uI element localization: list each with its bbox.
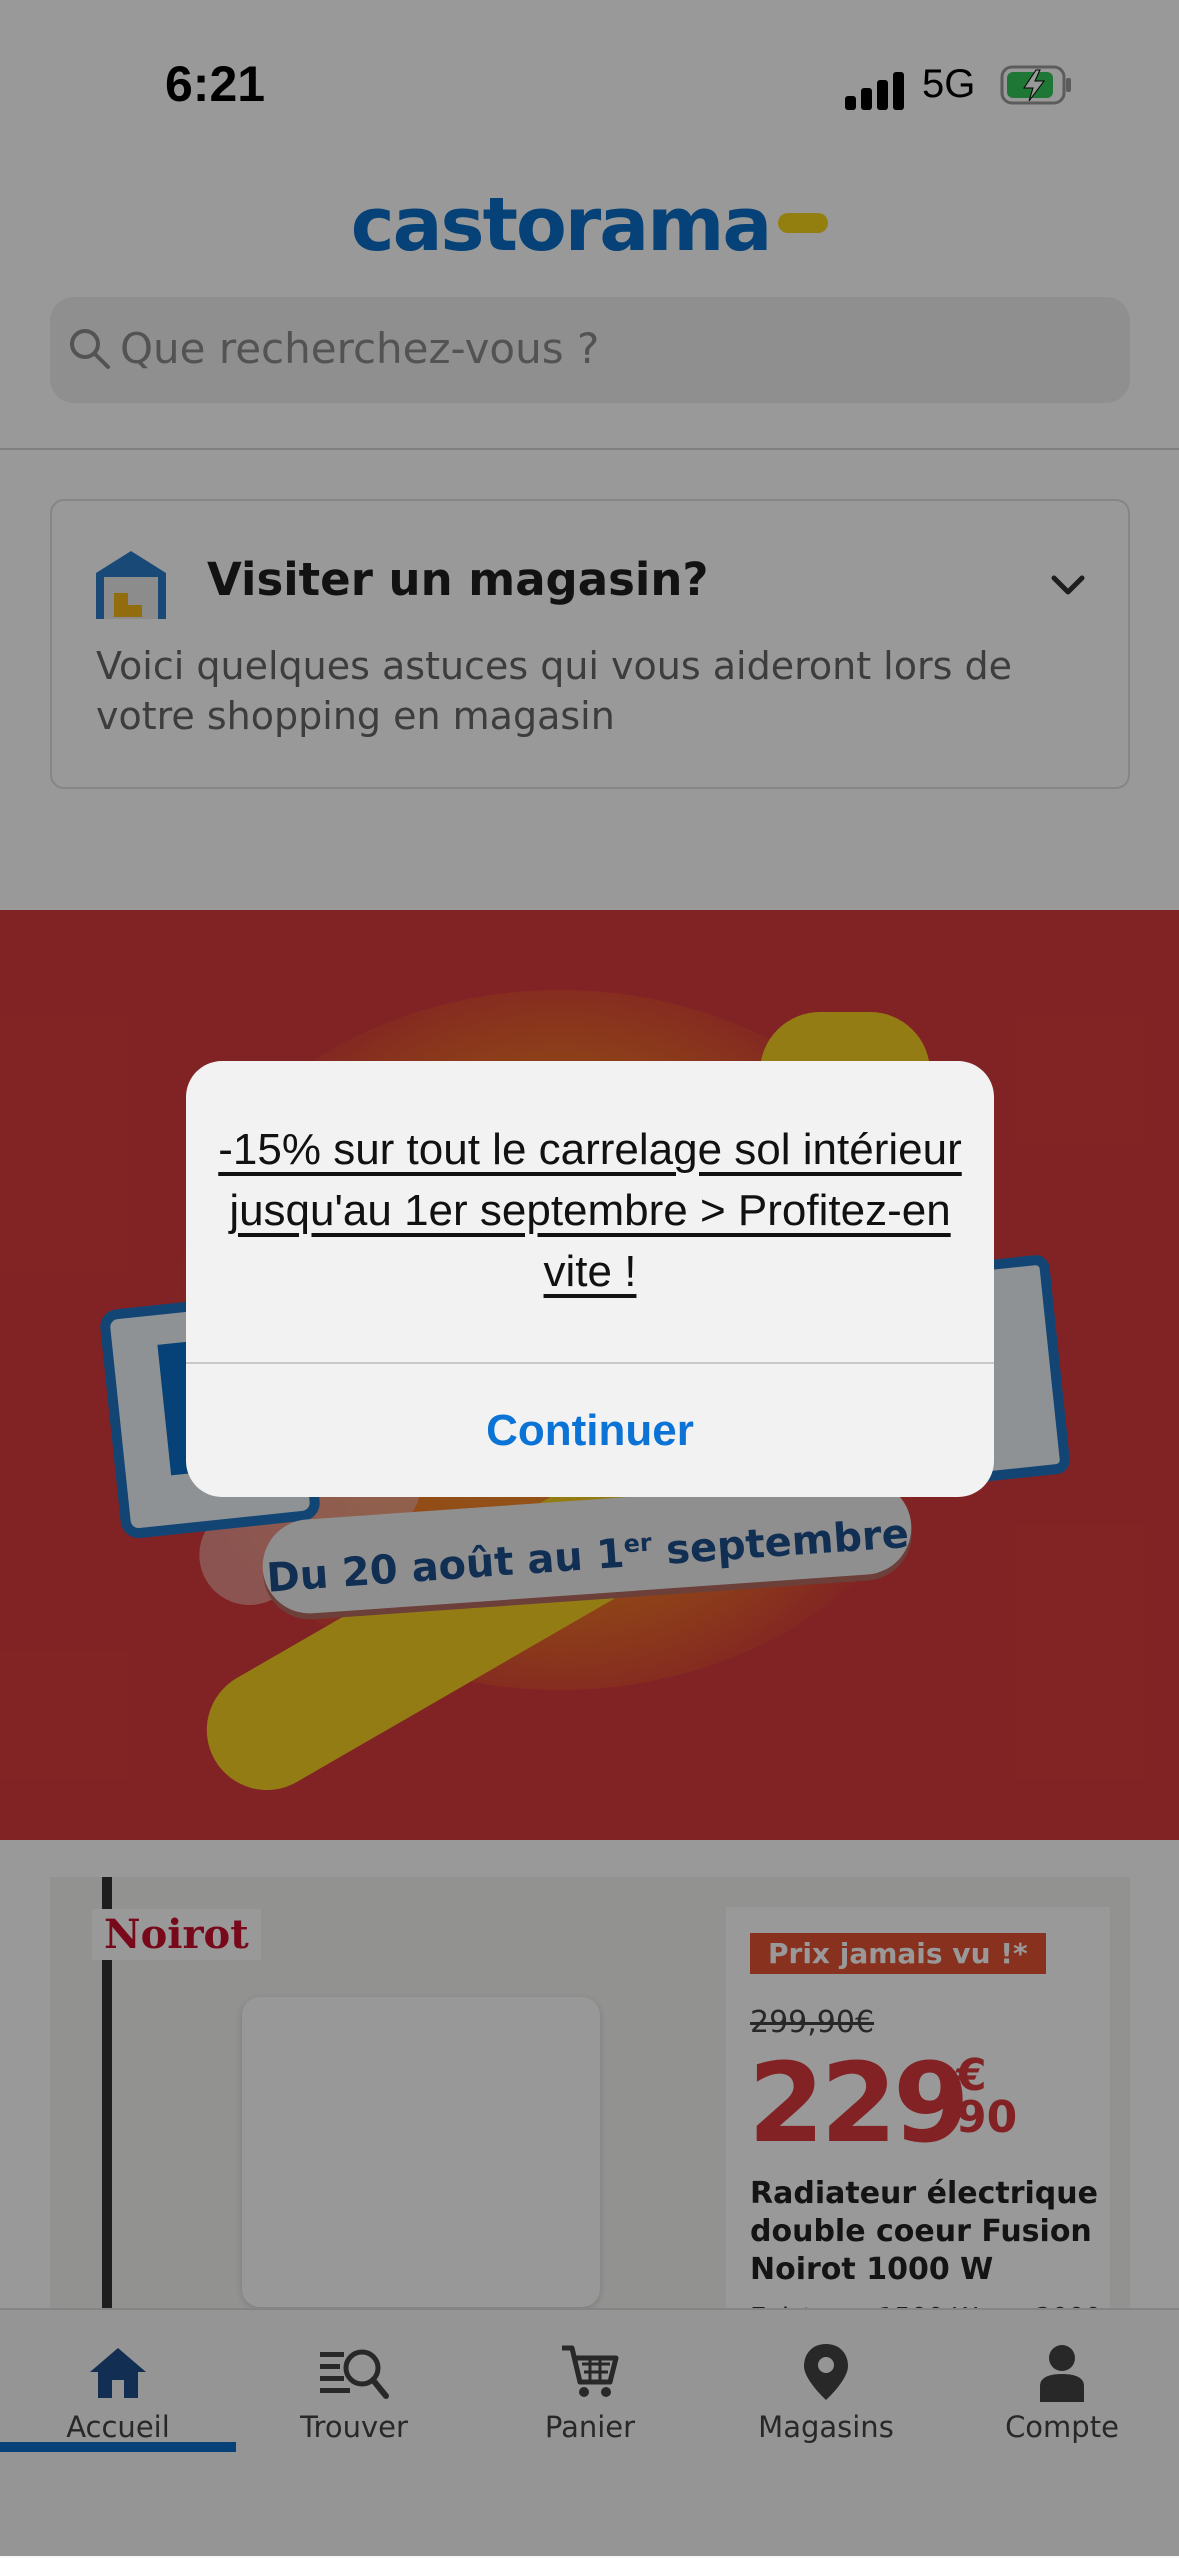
alert-message-link[interactable]: -15% sur tout le carrelage sol intérieur… <box>216 1119 964 1302</box>
promo-alert-dialog: -15% sur tout le carrelage sol intérieur… <box>186 1061 994 1497</box>
continue-button[interactable]: Continuer <box>186 1364 994 1497</box>
